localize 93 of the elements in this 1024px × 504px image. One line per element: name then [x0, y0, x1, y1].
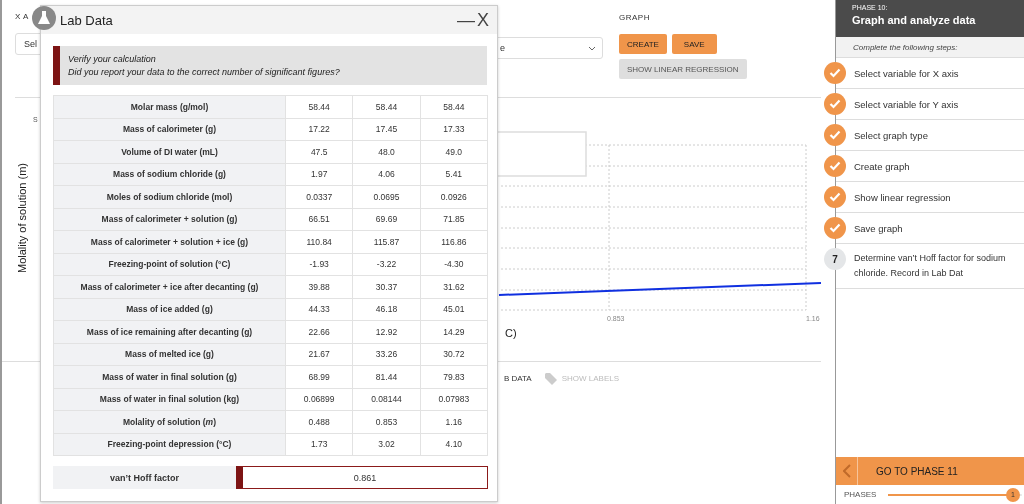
- table-cell: 115.87: [352, 230, 421, 253]
- section-label: GRAPH: [619, 13, 650, 22]
- toolbar-button[interactable]: B DATA: [504, 372, 532, 385]
- row-label: Mass of ice remaining after decanting (g): [53, 320, 286, 343]
- table-cell: 116.86: [420, 230, 488, 253]
- table-cell: 14.29: [420, 320, 488, 343]
- table-cell: 0.0926: [420, 185, 488, 208]
- table-cell: 30.72: [420, 343, 488, 366]
- table-cell: 17.45: [352, 118, 421, 141]
- table-cell: 22.66: [285, 320, 353, 343]
- step-text: Show linear regression: [854, 190, 951, 205]
- table-cell: 4.06: [352, 163, 421, 186]
- table-cell: 48.0: [352, 140, 421, 163]
- step-text: Select variable for X axis: [854, 66, 959, 81]
- table-cell: 47.5: [285, 140, 353, 163]
- table-cell: 46.18: [352, 298, 421, 321]
- table-cell: 58.44: [285, 95, 353, 118]
- instructions: Complete the following steps:: [836, 37, 1024, 58]
- row-label: Molality of solution (m): [53, 410, 286, 433]
- table-cell: 0.488: [285, 410, 353, 433]
- table-cell: 12.92: [352, 320, 421, 343]
- tag-icon: [543, 372, 557, 385]
- chevron-down-icon: [588, 45, 596, 51]
- table-cell: 81.44: [352, 365, 421, 388]
- table-cell: 30.37: [352, 275, 421, 298]
- row-label: Freezing-point of solution (°C): [53, 253, 286, 276]
- table-cell: 0.0337: [285, 185, 353, 208]
- table-cell: -1.93: [285, 253, 353, 276]
- table-cell: 0.853: [352, 410, 421, 433]
- table-cell: 44.33: [285, 298, 353, 321]
- chevron-left-icon: [842, 464, 851, 478]
- row-label: Mass of sodium chloride (g): [53, 163, 286, 186]
- table-cell: 110.84: [285, 230, 353, 253]
- window-title: Lab Data: [60, 12, 113, 28]
- table-cell: 0.06899: [285, 388, 353, 411]
- table-cell: 58.44: [420, 95, 488, 118]
- alert-title: Verify your calculation: [68, 54, 157, 64]
- step-number: 7: [824, 248, 846, 270]
- table-cell: 17.22: [285, 118, 353, 141]
- field-label: X A: [15, 12, 29, 21]
- table-cell: 1.16: [420, 410, 488, 433]
- row-label: Volume of DI water (mL): [53, 140, 286, 163]
- action-button[interactable]: SAVE: [671, 34, 717, 54]
- table-cell: 71.85: [420, 208, 488, 231]
- table-cell: 1.73: [285, 433, 353, 456]
- row-label: Molar mass (g/mol): [53, 95, 286, 118]
- row-label: Mass of calorimeter + ice after decanting (g): [53, 275, 286, 298]
- table-cell: 4.10: [420, 433, 488, 456]
- table-cell: 69.69: [352, 208, 421, 231]
- table-cell: 68.99: [285, 365, 353, 388]
- table-cell: -4.30: [420, 253, 488, 276]
- row-label: Mass of water in final solution (g): [53, 365, 286, 388]
- row-label: Mass of ice added (g): [53, 298, 286, 321]
- table-cell: 1.97: [285, 163, 353, 186]
- step-text: Select variable for Y axis: [854, 97, 959, 112]
- table-cell: 0.08144: [352, 388, 421, 411]
- alert-message: Did you report your data to the correct number of significant figures?: [68, 67, 341, 77]
- table-cell: 5.41: [420, 163, 488, 186]
- table-cell: 39.88: [285, 275, 353, 298]
- table-cell: 3.02: [352, 433, 421, 456]
- axis-label: C): [505, 327, 517, 339]
- table-cell: 45.01: [420, 298, 488, 321]
- row-label: Mass of calorimeter + solution (g): [53, 208, 286, 231]
- action-button[interactable]: CREATE: [619, 34, 667, 54]
- step-text: Select graph type: [854, 128, 928, 143]
- minimize-button[interactable]: —: [457, 9, 475, 31]
- axis-label: Molality of solution (m): [16, 163, 28, 273]
- row-label: Freezing-point depression (°C): [53, 433, 286, 456]
- table-cell: 0.0695: [352, 185, 421, 208]
- close-button[interactable]: X: [477, 9, 489, 31]
- table-cell: 79.83: [420, 365, 488, 388]
- table-cell: 17.33: [420, 118, 488, 141]
- table-cell: 49.0: [420, 140, 488, 163]
- table-cell: 66.51: [285, 208, 353, 231]
- row-label: Mass of melted ice (g): [53, 343, 286, 366]
- table-cell: 21.67: [285, 343, 353, 366]
- table-cell: 33.26: [352, 343, 421, 366]
- table-cell: -3.22: [352, 253, 421, 276]
- step-text: Create graph: [854, 159, 910, 174]
- table-cell: 58.44: [352, 95, 421, 118]
- phases-label: PHASES: [844, 490, 877, 499]
- row-label: Mass of calorimeter + solution + ice (g): [53, 230, 286, 253]
- phase-title: Graph and analyze data: [852, 14, 977, 26]
- step-text: Save graph: [854, 221, 903, 236]
- table-cell: 31.62: [420, 275, 488, 298]
- step-text: Determine van’t Hoff factor for sodium chloride. Record in Lab Dat: [854, 252, 1007, 280]
- row-label: Moles of sodium chloride (mol): [53, 185, 286, 208]
- row-label: van’t Hoff factor: [53, 466, 236, 489]
- action-button[interactable]: SHOW LINEAR REGRESSION: [619, 59, 747, 79]
- row-label: Mass of water in final solution (kg): [53, 388, 286, 411]
- input-field[interactable]: 0.861: [236, 466, 488, 489]
- table-cell: 0.07983: [420, 388, 488, 411]
- row-label: Mass of calorimeter (g): [53, 118, 286, 141]
